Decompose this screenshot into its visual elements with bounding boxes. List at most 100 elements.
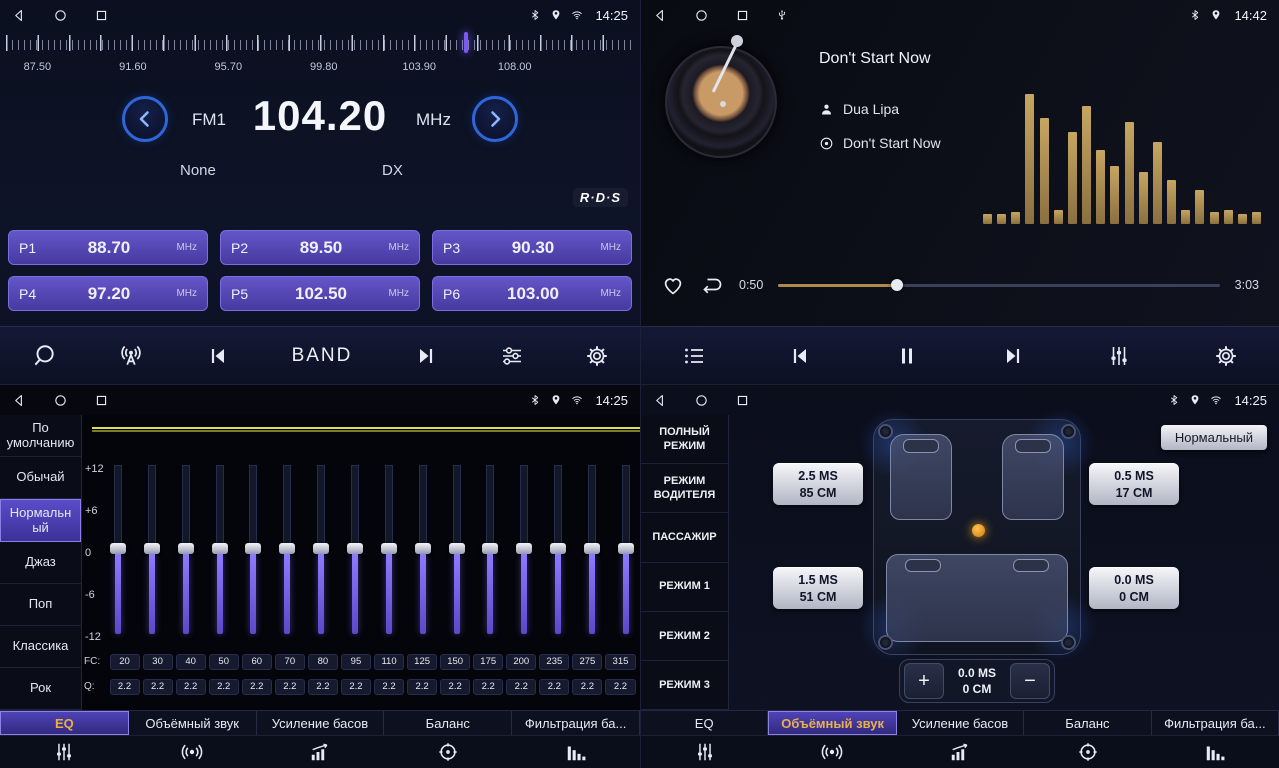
fc-value[interactable]: 30 [143,654,173,670]
balance-tab-icon[interactable] [384,736,512,768]
eq-band-slider[interactable] [178,465,194,637]
eq-band-slider[interactable] [516,465,532,637]
home-button[interactable] [694,393,709,408]
audio-tab[interactable]: Усиление басов [897,711,1024,735]
surround-mode-item[interactable]: ПАССАЖИР [641,513,728,562]
front-right-speaker[interactable] [1061,424,1076,439]
recents-button[interactable] [94,8,109,23]
surround-mode-item[interactable]: ПОЛНЫЙ РЕЖИМ [641,415,728,464]
eq-tab-icon[interactable] [0,736,128,768]
eq-band-slider[interactable] [313,465,329,637]
surround-mode-item[interactable]: РЕЖИМ 1 [641,563,728,612]
front-right-delay-button[interactable]: 0.5 MS 17 CM [1089,463,1179,505]
eq-preset-item[interactable]: Классика [0,626,81,668]
surround-mode-item[interactable]: РЕЖИМ 3 [641,661,728,710]
eq-band-slider[interactable] [449,465,465,637]
eq-band-slider[interactable] [482,465,498,637]
fc-value[interactable]: 95 [341,654,371,670]
audio-tab[interactable]: Объёмный звук [768,711,896,735]
eq-band-slider[interactable] [144,465,160,637]
pause-button[interactable] [895,344,919,368]
slider-handle[interactable] [212,543,228,554]
fc-value[interactable]: 110 [374,654,404,670]
fc-value[interactable]: 60 [242,654,272,670]
scan-button[interactable] [31,343,57,369]
eq-band-slider[interactable] [415,465,431,637]
increase-delay-button[interactable]: + [904,663,944,699]
rear-right-delay-button[interactable]: 0.0 MS 0 CM [1089,567,1179,609]
eq-preset-item[interactable]: Обычай [0,457,81,499]
radio-preset-button[interactable]: P497.20MHz [8,276,208,311]
eq-band-slider[interactable] [279,465,295,637]
slider-handle[interactable] [110,543,126,554]
fc-value[interactable]: 40 [176,654,206,670]
home-button[interactable] [694,8,709,23]
front-left-speaker[interactable] [878,424,893,439]
eq-sliders-button[interactable] [500,344,524,368]
q-value[interactable]: 2.2 [407,679,437,695]
rear-right-speaker[interactable] [1061,635,1076,650]
rear-left-delay-button[interactable]: 1.5 MS 51 CM [773,567,863,609]
bass-boost-tab-icon[interactable] [256,736,384,768]
slider-handle[interactable] [482,543,498,554]
eq-band-slider[interactable] [381,465,397,637]
listening-position-dot[interactable] [972,524,985,537]
fc-value[interactable]: 200 [506,654,536,670]
eq-preset-item[interactable]: Поп [0,584,81,626]
prev-station-button[interactable] [206,344,230,368]
q-value[interactable]: 2.2 [242,679,272,695]
q-value[interactable]: 2.2 [341,679,371,695]
eq-band-slider[interactable] [550,465,566,637]
q-value[interactable]: 2.2 [572,679,602,695]
slider-handle[interactable] [415,543,431,554]
q-value[interactable]: 2.2 [539,679,569,695]
home-button[interactable] [53,393,68,408]
back-button[interactable] [12,393,27,408]
audio-tab[interactable]: Усиление басов [257,711,385,735]
decrease-delay-button[interactable]: − [1010,663,1050,699]
slider-handle[interactable] [347,543,363,554]
slider-handle[interactable] [178,543,194,554]
fc-value[interactable]: 80 [308,654,338,670]
progress-knob[interactable] [891,279,903,291]
radio-preset-button[interactable]: P188.70MHz [8,230,208,265]
eq-preset-item[interactable]: Джаз [0,542,81,584]
audio-tab[interactable]: Объёмный звук [129,711,257,735]
tune-up-button[interactable] [472,96,518,142]
eq-band-slider[interactable] [245,465,261,637]
next-station-button[interactable] [414,344,438,368]
sound-profile-button[interactable]: Нормальный [1161,425,1267,450]
audio-tab[interactable]: Баланс [1024,711,1151,735]
surround-tab-icon[interactable] [128,736,256,768]
slider-handle[interactable] [618,543,634,554]
q-value[interactable]: 2.2 [110,679,140,695]
eq-band-slider[interactable] [618,465,634,637]
audio-tab[interactable]: EQ [0,711,129,735]
fc-value[interactable]: 20 [110,654,140,670]
slider-handle[interactable] [313,543,329,554]
repeat-button[interactable] [700,273,724,297]
eq-preset-item[interactable]: По умолчанию [0,415,81,457]
back-button[interactable] [653,8,668,23]
slider-handle[interactable] [381,543,397,554]
q-value[interactable]: 2.2 [440,679,470,695]
slider-handle[interactable] [584,543,600,554]
slider-handle[interactable] [550,543,566,554]
tuning-needle[interactable] [464,32,468,53]
bass-boost-tab-icon[interactable] [896,736,1024,768]
surround-mode-item[interactable]: РЕЖИМ ВОДИТЕЛЯ [641,464,728,513]
slider-handle[interactable] [144,543,160,554]
q-value[interactable]: 2.2 [605,679,635,695]
radio-preset-button[interactable]: P289.50MHz [220,230,420,265]
fc-value[interactable]: 175 [473,654,503,670]
favorite-button[interactable] [661,273,685,297]
fc-value[interactable]: 50 [209,654,239,670]
slider-handle[interactable] [245,543,261,554]
eq-band-slider[interactable] [584,465,600,637]
surround-tab-icon[interactable] [769,736,897,768]
radio-preset-button[interactable]: P390.30MHz [432,230,632,265]
eq-band-slider[interactable] [212,465,228,637]
settings-button[interactable] [585,344,609,368]
fc-value[interactable]: 235 [539,654,569,670]
q-value[interactable]: 2.2 [176,679,206,695]
